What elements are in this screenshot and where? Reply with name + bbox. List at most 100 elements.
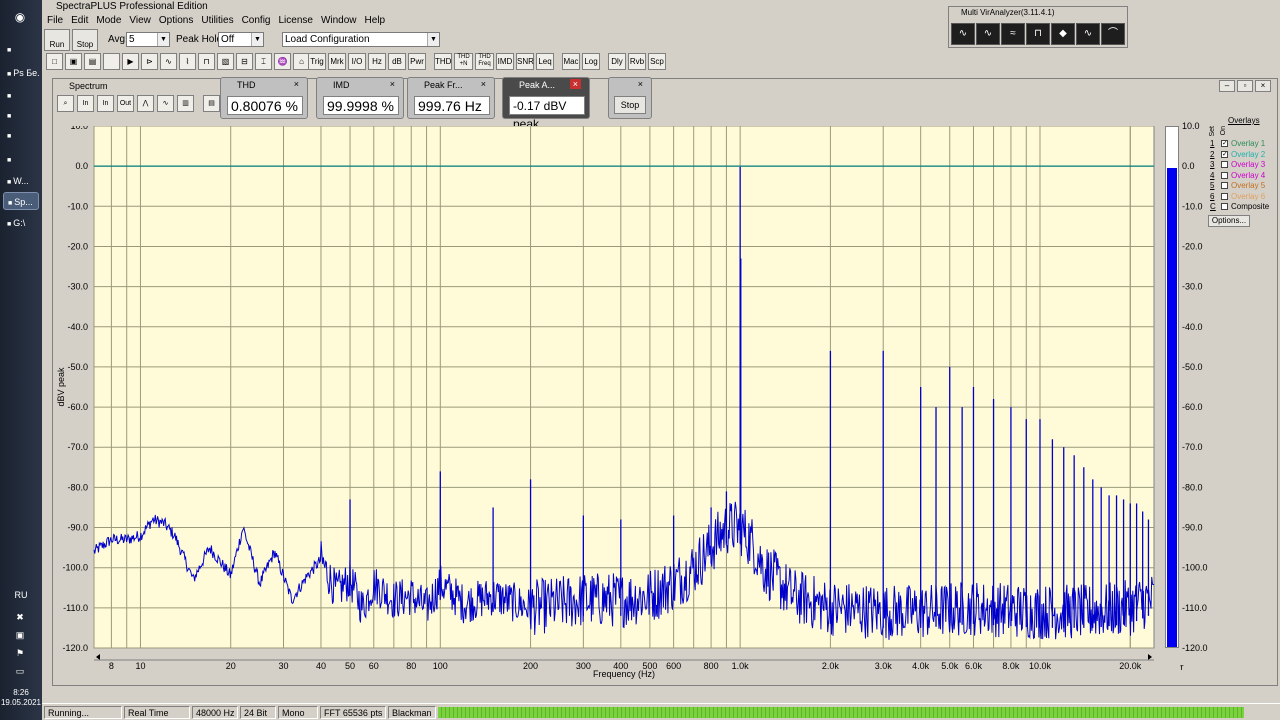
tool-button-i-o[interactable]: I/O (348, 53, 366, 70)
tool-button-mrk[interactable]: Mrk (328, 53, 346, 70)
stop-button[interactable]: Stop (614, 96, 646, 114)
minimize-icon[interactable]: – (1219, 80, 1235, 92)
close-icon[interactable]: × (1255, 80, 1271, 92)
overlay-set-button[interactable]: 1 (1210, 138, 1218, 149)
tool-icon[interactable]: ▧ (217, 53, 234, 70)
zoom-icon[interactable]: ⌕ (57, 95, 74, 112)
peak-amplitude-meter[interactable]: Peak A... × -0.17 dBV peak (502, 77, 590, 131)
stop-button[interactable]: Stop (72, 29, 98, 51)
analyzer-mode-button[interactable]: ∿ (976, 23, 1000, 45)
tool-icon[interactable]: ▤ (84, 53, 101, 70)
tray-icon[interactable]: ✖ (11, 608, 29, 626)
overlay-checkbox[interactable]: ✓ (1221, 140, 1228, 147)
tool-button-scp[interactable]: Scp (648, 53, 666, 70)
close-icon[interactable]: × (569, 79, 581, 89)
tool-icon[interactable]: ∿ (160, 53, 177, 70)
close-icon[interactable]: × (638, 79, 643, 89)
close-icon[interactable]: × (481, 79, 486, 89)
tool-icon[interactable]: ⊓ (198, 53, 215, 70)
tool-icon[interactable]: ⌇ (179, 53, 196, 70)
overlay-set-button[interactable]: 4 (1210, 170, 1218, 181)
tool-button-rvb[interactable]: Rvb (628, 53, 646, 70)
tool-button-thd-n[interactable]: THD +N (454, 53, 473, 70)
clock[interactable]: 8:26 19.05.2021 (0, 688, 42, 708)
taskbar-button[interactable]: ■ (3, 40, 39, 58)
tool-icon[interactable]: ▶ (122, 53, 139, 70)
tool-button-dly[interactable]: Dly (608, 53, 626, 70)
config-select[interactable]: Load Configuration ▼ (282, 32, 440, 47)
analyzer-mode-button[interactable]: ⌒ (1101, 23, 1125, 45)
overlay-set-button[interactable]: C (1210, 201, 1218, 212)
tool-icon[interactable]: ⊳ (141, 53, 158, 70)
tool-button-imd[interactable]: IMD (496, 53, 514, 70)
tool-button-pwr[interactable]: Pwr (408, 53, 426, 70)
run-button[interactable]: Run (44, 29, 70, 51)
menu-item-utilities[interactable]: Utilities (201, 15, 233, 26)
analyzer-mode-button[interactable]: ∿ (1076, 23, 1100, 45)
overlay-set-button[interactable]: 5 (1210, 180, 1218, 191)
peak-frequency-meter[interactable]: Peak Fr... × 999.76 Hz (407, 77, 495, 119)
imd-meter[interactable]: IMD × 99.9998 % (316, 77, 404, 119)
thd-meter[interactable]: THD × 0.80076 % (220, 77, 308, 119)
tool-button-log[interactable]: Log (582, 53, 600, 70)
analyzer-mode-button[interactable]: ≈ (1001, 23, 1025, 45)
menu-item-view[interactable]: View (129, 15, 151, 26)
bars-icon[interactable]: ▥ (177, 95, 194, 112)
zoom-in-button[interactable]: In (97, 95, 114, 112)
menu-item-help[interactable]: Help (365, 15, 386, 26)
overlay-set-button[interactable]: 3 (1210, 159, 1218, 170)
peak-hold-select[interactable]: Off ▼ (218, 32, 264, 47)
taskbar-button[interactable]: ■ W... (3, 172, 39, 190)
avg-select[interactable]: 5 ▼ (126, 32, 170, 47)
tool-icon[interactable]: ♒ (274, 53, 291, 70)
taskbar-button[interactable]: ■ (3, 126, 39, 144)
tool-button-leq[interactable]: Leq (536, 53, 554, 70)
tool-icon[interactable]: ⊟ (236, 53, 253, 70)
table-icon[interactable]: ▤ (203, 95, 220, 112)
language-indicator[interactable]: RU (0, 590, 42, 600)
overlay-checkbox[interactable]: ✓ (1221, 150, 1228, 158)
spectrum-icon[interactable]: ∿ (157, 95, 174, 112)
tool-button-hz[interactable]: Hz (368, 53, 386, 70)
spectrum-chart[interactable]: 10.0 0.0 -10.0 -20.0 -30.0 -40.0 -50.0 -60.0 -70… (54, 126, 1158, 682)
overlay-checkbox[interactable] (1221, 161, 1228, 168)
taskbar-button[interactable]: ■ (3, 150, 39, 168)
start-icon[interactable]: ◉ (11, 8, 29, 26)
flag-icon[interactable]: ⚑ (11, 644, 29, 662)
options-button[interactable]: Options... (1208, 215, 1250, 227)
tool-icon[interactable] (103, 53, 120, 70)
menu-item-config[interactable]: Config (242, 15, 271, 26)
tool-button-thd-freq[interactable]: THD Freq (475, 53, 494, 70)
tool-icon[interactable]: □ (46, 53, 63, 70)
tool-button-snr[interactable]: SNR (516, 53, 534, 70)
zoom-out-button[interactable]: Out (117, 95, 134, 112)
restore-icon[interactable]: ▫ (1237, 80, 1253, 92)
menu-item-license[interactable]: License (278, 15, 312, 26)
analyzer-mode-button[interactable]: ◆ (1051, 23, 1075, 45)
tool-button-trig[interactable]: Trig (308, 53, 326, 70)
tool-icon[interactable]: ⌶ (255, 53, 272, 70)
overlay-checkbox[interactable] (1221, 171, 1228, 179)
close-icon[interactable]: × (390, 79, 395, 89)
menu-item-mode[interactable]: Mode (96, 15, 121, 26)
analyzer-mode-button[interactable]: ∿ (951, 23, 975, 45)
menu-item-window[interactable]: Window (321, 15, 357, 26)
taskbar-button[interactable]: ■ Ps Бе... (3, 64, 39, 82)
overlay-checkbox[interactable] (1221, 192, 1228, 200)
zoom-in-x-button[interactable]: In (77, 95, 94, 112)
analyzer-mode-button[interactable]: ⊓ (1026, 23, 1050, 45)
taskbar-button[interactable]: ■ (3, 106, 39, 124)
tool-icon[interactable]: ▣ (65, 53, 82, 70)
tool-button-mac[interactable]: Mac (562, 53, 580, 70)
tool-button-thd[interactable]: THD (434, 53, 452, 70)
taskbar-button[interactable]: ■ Sp... (3, 192, 39, 210)
overlay-set-button[interactable]: 2 (1210, 149, 1218, 160)
overlay-checkbox[interactable] (1221, 182, 1228, 189)
taskbar-button[interactable]: ■ G:\ (3, 214, 39, 232)
network-icon[interactable]: ▭ (11, 662, 29, 680)
overlay-checkbox[interactable] (1221, 203, 1228, 210)
tray-icon[interactable]: ▣ (11, 626, 29, 644)
taskbar-button[interactable]: ■ (3, 86, 39, 104)
menu-item-options[interactable]: Options (159, 15, 193, 26)
menu-item-file[interactable]: File (47, 15, 63, 26)
